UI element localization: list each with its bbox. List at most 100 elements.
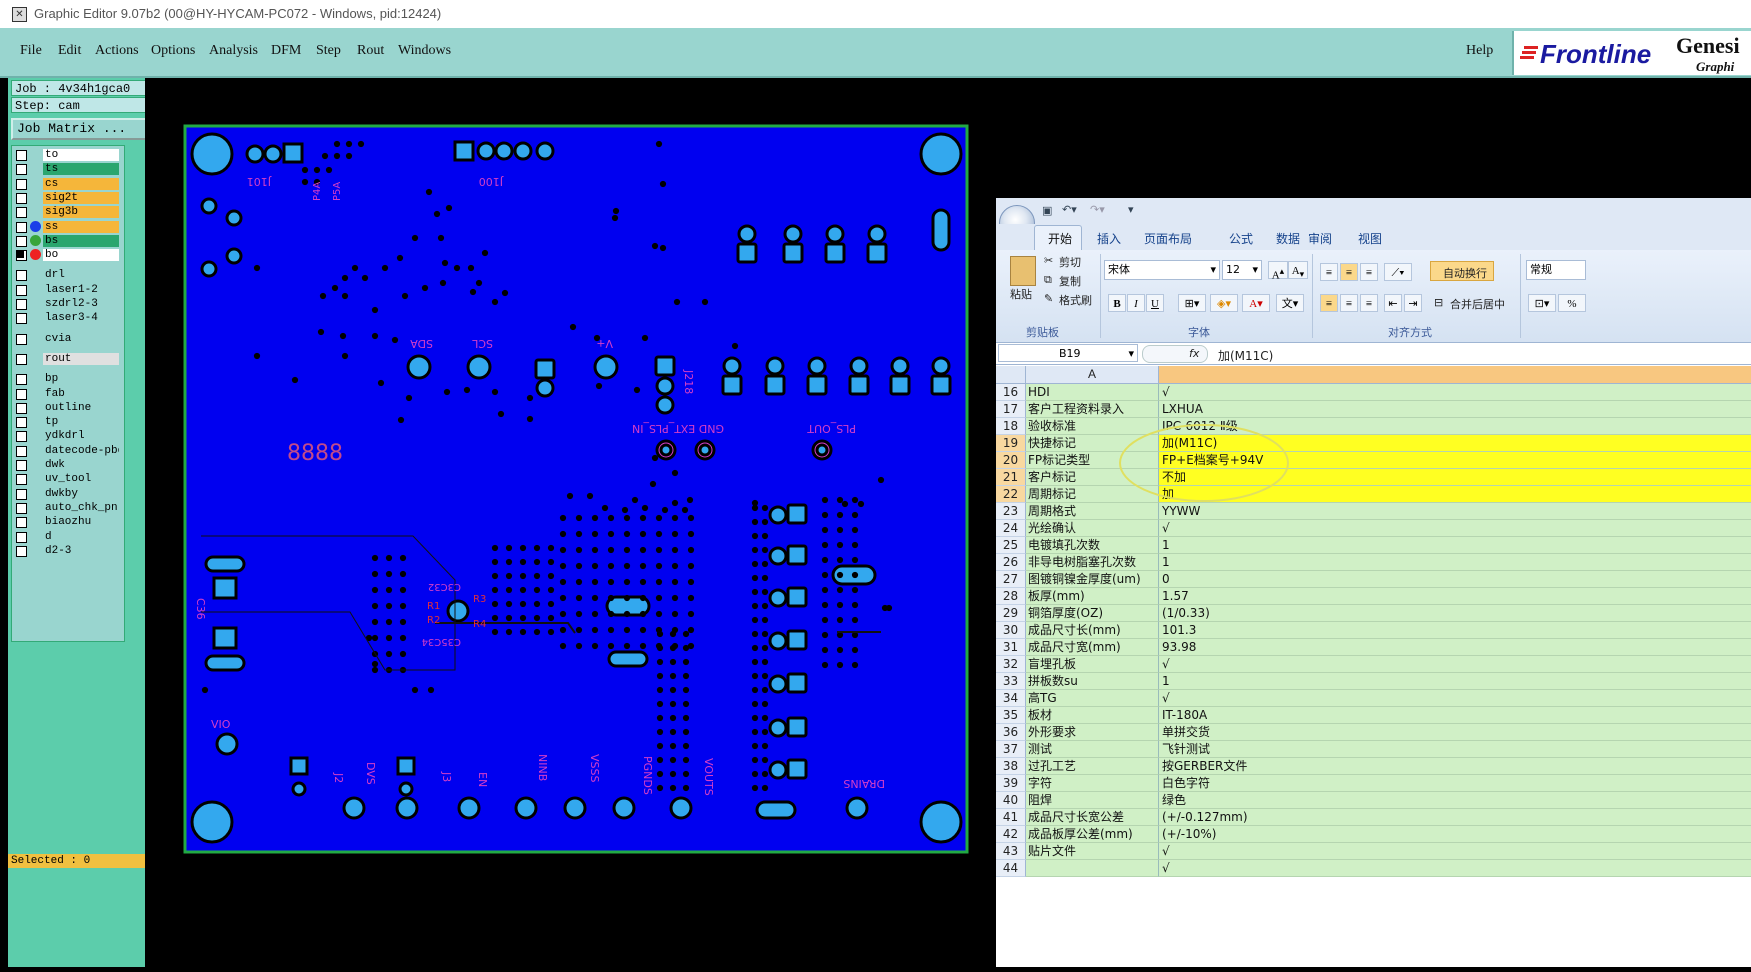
cell-b[interactable]: √ [1159,520,1751,537]
cell-a[interactable]: HDI [1026,384,1159,401]
layer-checkbox[interactable] [16,374,27,386]
cell-a[interactable]: 周期格式 [1026,503,1159,520]
cell-b[interactable]: LXHUA [1159,401,1751,418]
row-number[interactable]: 28 [996,588,1026,605]
layer-row-d[interactable]: d [12,530,120,544]
fill-color-button[interactable]: ◈▾ [1210,294,1238,312]
cell-b[interactable]: 绿色 [1159,792,1751,809]
row-number[interactable]: 32 [996,656,1026,673]
cell-a[interactable]: 成品板厚公差(mm) [1026,826,1159,843]
layer-row-szdrl2-3[interactable]: szdrl2-3 [12,298,120,311]
grow-font-button[interactable]: A▴ [1268,261,1288,282]
layer-row-datecode-pbe[interactable]: datecode-pbe [12,444,120,458]
layer-row-to[interactable]: to [12,149,120,162]
cell-b[interactable]: 飞针测试 [1159,741,1751,758]
formula-content[interactable]: 加(M11C) [1218,347,1273,364]
percent-format-button[interactable]: % [1558,294,1586,312]
row-number[interactable]: 36 [996,724,1026,741]
row-number[interactable]: 41 [996,809,1026,826]
row-number[interactable]: 38 [996,758,1026,775]
tab-data[interactable]: 数据 [1276,230,1300,247]
menu-step[interactable]: Step [316,43,341,59]
layer-row-laser1-2[interactable]: laser1-2 [12,283,120,297]
layer-checkbox[interactable] [16,402,27,414]
row-number[interactable]: 34 [996,690,1026,707]
paste-icon[interactable] [1010,256,1036,286]
tab-page-layout[interactable]: 页面布局 [1144,230,1192,247]
layer-row-laser3-4[interactable]: laser3-4 [12,312,120,325]
number-format-box[interactable]: 常规 [1526,260,1586,280]
layer-row-tp[interactable]: tp [12,416,120,429]
redo-icon[interactable]: ↷▾ [1090,203,1105,216]
cell-b[interactable]: 按GERBER文件 [1159,758,1751,775]
cell-b[interactable]: 1 [1159,537,1751,554]
increase-indent-button[interactable]: ⇥ [1404,294,1422,312]
cell-b[interactable]: YYWW [1159,503,1751,520]
row-number[interactable]: 30 [996,622,1026,639]
cell-b[interactable]: 1 [1159,673,1751,690]
cell-b[interactable]: (+/-0.127mm) [1159,809,1751,826]
font-size-box[interactable]: 12 ▾ [1222,260,1262,280]
tab-formulas[interactable]: 公式 [1229,230,1253,247]
layer-row-ydkdrl[interactable]: ydkdrl [12,430,120,443]
menu-options[interactable]: Options [151,43,195,59]
layer-checkbox[interactable] [16,235,27,247]
menu-windows[interactable]: Windows [398,43,451,59]
bold-button[interactable]: B [1108,294,1126,312]
tab-home[interactable]: 开始 [1048,230,1072,247]
column-header-b[interactable] [1159,366,1751,383]
cell-b[interactable]: 白色字符 [1159,775,1751,792]
cell-b[interactable]: √ [1159,860,1751,877]
cell-a[interactable]: 高TG [1026,690,1159,707]
cell-b[interactable]: √ [1159,384,1751,401]
cell-a[interactable]: 图镀铜镍金厚度(um) [1026,571,1159,588]
cell-b[interactable]: 93.98 [1159,639,1751,656]
layer-checkbox[interactable] [16,353,27,365]
cell-a[interactable]: 外形要求 [1026,724,1159,741]
wrap-text-button[interactable]: 自动换行 [1430,261,1494,281]
layer-row-auto-chk-pn-[interactable]: auto_chk_pn. [12,501,120,515]
layer-checkbox[interactable] [16,192,27,204]
row-number[interactable]: 16 [996,384,1026,401]
cut-button[interactable]: 剪切 [1059,254,1081,270]
row-number[interactable]: 44 [996,860,1026,877]
layer-checkbox[interactable] [16,270,27,282]
border-button[interactable]: ⊞▾ [1178,294,1206,312]
layer-row-outline[interactable]: outline [12,401,120,415]
cell-b[interactable]: 单拼交货 [1159,724,1751,741]
layer-checkbox[interactable] [16,313,27,325]
layer-checkbox[interactable] [16,178,27,190]
cell-b[interactable]: IT-180A [1159,707,1751,724]
row-number[interactable]: 20 [996,452,1026,469]
layer-row-fab[interactable]: fab [12,387,120,401]
row-number[interactable]: 18 [996,418,1026,435]
layer-checkbox[interactable] [16,333,27,345]
layer-row-bo[interactable]: bo [12,249,120,262]
column-header-a[interactable]: A [1026,366,1159,383]
cell-b[interactable]: √ [1159,843,1751,860]
cell-a[interactable]: 板材 [1026,707,1159,724]
layer-row-biaozhu[interactable]: biaozhu [12,516,120,529]
job-matrix-button[interactable]: Job Matrix ... [11,118,154,140]
row-number[interactable]: 22 [996,486,1026,503]
layer-checkbox[interactable] [16,417,27,429]
cell-b[interactable]: 1 [1159,554,1751,571]
align-middle-button[interactable]: ≡ [1340,263,1358,281]
row-number[interactable]: 42 [996,826,1026,843]
name-box[interactable]: B19 ▾ [998,344,1138,362]
cell-a[interactable]: 成品尺寸长(mm) [1026,622,1159,639]
row-number[interactable]: 40 [996,792,1026,809]
format-painter-button[interactable]: 格式刷 [1059,292,1092,308]
layer-checkbox[interactable] [16,164,27,176]
cell-b[interactable]: 0 [1159,571,1751,588]
phonetic-button[interactable]: 文▾ [1276,294,1304,312]
cell-a[interactable]: 非导电树脂塞孔次数 [1026,554,1159,571]
cell-a[interactable]: 测试 [1026,741,1159,758]
align-top-button[interactable]: ≡ [1320,263,1338,281]
menu-help[interactable]: Help [1466,43,1493,59]
row-number[interactable]: 33 [996,673,1026,690]
tab-view[interactable]: 视图 [1358,230,1382,247]
row-number[interactable]: 27 [996,571,1026,588]
layer-row-sig2t[interactable]: sig2t [12,191,120,205]
font-name-box[interactable]: 宋体 ▾ [1104,260,1220,280]
